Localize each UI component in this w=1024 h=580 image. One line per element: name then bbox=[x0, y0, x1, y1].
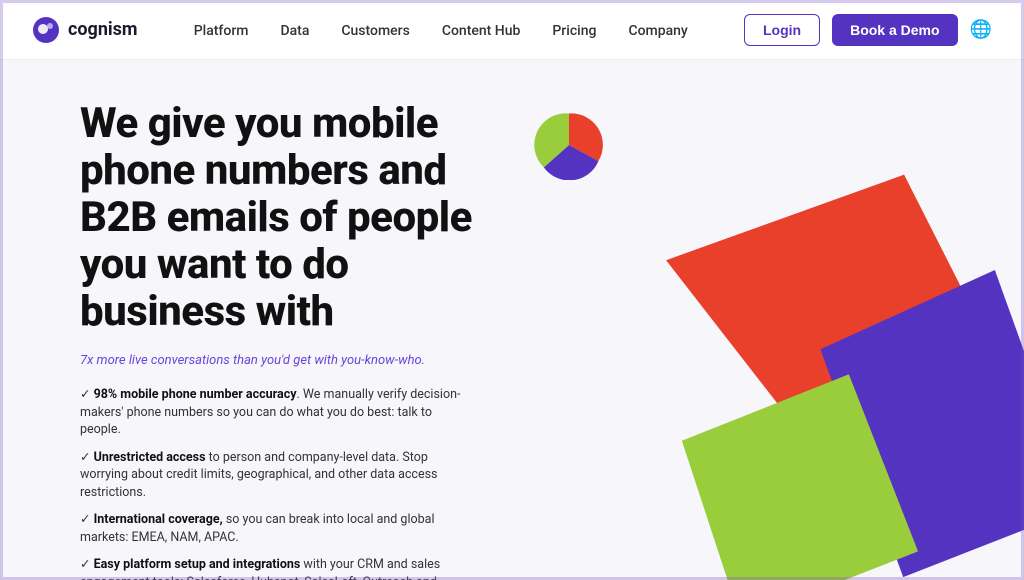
hero-content: We give you mobile phone numbers and B2B… bbox=[80, 100, 520, 580]
nav-item-content-hub[interactable]: Content Hub bbox=[442, 20, 521, 39]
page-wrapper: cognism Platform Data Customers Content … bbox=[0, 0, 1024, 580]
feature-item-coverage: ✓ International coverage, so you can bre… bbox=[80, 511, 470, 546]
hero-features-list: ✓ 98% mobile phone number accuracy. We m… bbox=[80, 386, 520, 580]
logo-icon bbox=[32, 16, 60, 44]
login-button[interactable]: Login bbox=[744, 14, 820, 46]
nav-item-customers[interactable]: Customers bbox=[341, 20, 409, 39]
nav-item-platform[interactable]: Platform bbox=[194, 20, 249, 39]
nav-links: Platform Data Customers Content Hub Pric… bbox=[194, 20, 688, 39]
feature-item-integrations: ✓ Easy platform setup and integrations w… bbox=[80, 556, 470, 580]
nav-item-data[interactable]: Data bbox=[280, 20, 309, 39]
logo-text: cognism bbox=[68, 19, 138, 40]
feature-item-accuracy: ✓ 98% mobile phone number accuracy. We m… bbox=[80, 386, 470, 439]
big-chart bbox=[624, 190, 1024, 580]
globe-icon[interactable]: 🌐 bbox=[970, 19, 992, 40]
nav-actions: Login Book a Demo 🌐 bbox=[744, 14, 992, 46]
hero-title: We give you mobile phone numbers and B2B… bbox=[80, 100, 520, 335]
nav-item-pricing[interactable]: Pricing bbox=[552, 20, 596, 39]
logo: cognism bbox=[32, 16, 138, 44]
book-demo-button-nav[interactable]: Book a Demo bbox=[832, 14, 957, 46]
navbar: cognism Platform Data Customers Content … bbox=[0, 0, 1024, 60]
feature-item-access: ✓ Unrestricted access to person and comp… bbox=[80, 449, 470, 502]
hero-section: We give you mobile phone numbers and B2B… bbox=[0, 60, 1024, 580]
hero-subtitle: 7x more live conversations than you'd ge… bbox=[80, 353, 520, 368]
nav-item-company[interactable]: Company bbox=[628, 20, 687, 39]
small-pie-chart bbox=[534, 110, 604, 180]
